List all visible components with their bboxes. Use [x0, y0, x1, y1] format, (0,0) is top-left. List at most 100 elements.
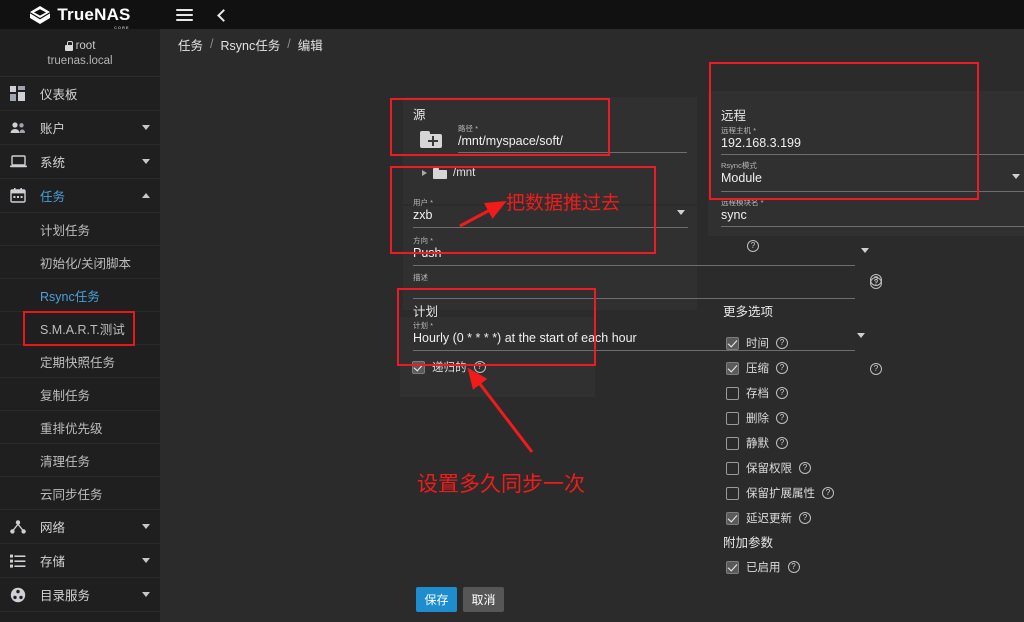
- sidebar-subitem-label: 云同步任务: [40, 487, 103, 502]
- source-path-field[interactable]: 路径 * /mnt/myspace/soft/: [415, 121, 687, 157]
- chevron-left-icon[interactable]: [215, 9, 227, 21]
- source-direction-dropdown-icon[interactable]: [861, 248, 869, 253]
- sidebar-subitem-smart-tests[interactable]: S.M.A.R.T.测试: [0, 312, 160, 345]
- sidebar-subitem-rsync-tasks[interactable]: Rsync任务: [0, 279, 160, 312]
- lock-icon: [64, 41, 73, 51]
- schedule-recursive-checkbox[interactable]: [412, 360, 425, 374]
- sidebar-subitem-cron-jobs[interactable]: 计划任务: [0, 213, 160, 246]
- sidebar-item-label: 存储: [40, 555, 66, 569]
- option-preserve-xattrs-help-icon[interactable]: ?: [822, 487, 834, 499]
- chevron-down-icon[interactable]: [142, 125, 150, 130]
- option-delay-updates-checkbox[interactable]: [726, 511, 739, 525]
- source-path-label: 路径 *: [458, 124, 479, 133]
- option-row-delete[interactable]: 删除 ?: [726, 410, 788, 426]
- sidebar-item-system[interactable]: 系统: [0, 145, 160, 179]
- schedule-cron-value: Hourly (0 * * * *) at the start of each …: [413, 331, 637, 345]
- cancel-button[interactable]: 取消: [463, 587, 504, 612]
- source-direction-label: 方向 *: [413, 236, 434, 245]
- option-delete-help-icon[interactable]: ?: [776, 412, 788, 424]
- sidebar-item-tasks[interactable]: 任务: [0, 179, 160, 213]
- source-description-help-icon[interactable]: ?: [870, 277, 882, 289]
- chevron-down-icon[interactable]: [142, 159, 150, 164]
- option-archive-help-icon[interactable]: ?: [776, 387, 788, 399]
- remote-host-field[interactable]: 远程主机 * 192.168.3.199: [721, 126, 1024, 156]
- sidebar-subitem-init-shutdown-scripts[interactable]: 初始化/关闭脚本: [0, 246, 160, 279]
- schedule-recursive-help-icon[interactable]: ?: [473, 361, 486, 373]
- option-row-preserve-xattrs[interactable]: 保留扩展属性 ?: [726, 485, 834, 501]
- brand-logo[interactable]: TrueNAS CORE: [0, 0, 160, 30]
- option-row-archive[interactable]: 存档 ?: [726, 385, 788, 401]
- option-preserve-permissions-help-icon[interactable]: ?: [799, 462, 811, 474]
- extra-params-enabled-checkbox[interactable]: [726, 560, 739, 574]
- sidebar-item-directory-services[interactable]: 目录服务: [0, 578, 160, 612]
- option-row-times[interactable]: 时间 ?: [726, 335, 788, 351]
- option-preserve-permissions-label: 保留权限: [746, 463, 792, 475]
- sidebar-subitem-periodic-snapshot-tasks[interactable]: 定期快照任务: [0, 345, 160, 378]
- breadcrumb: 任务 / Rsync任务 / 编辑: [160, 29, 1024, 59]
- breadcrumb-separator: /: [210, 37, 214, 51]
- option-delay-updates-help-icon[interactable]: ?: [799, 512, 811, 524]
- option-preserve-xattrs-label: 保留扩展属性: [746, 488, 815, 500]
- breadcrumb-item-tasks[interactable]: 任务: [178, 35, 203, 54]
- remote-host-value: 192.168.3.199: [721, 136, 801, 150]
- source-direction-field[interactable]: 方向 * Push: [413, 236, 869, 268]
- option-quiet-checkbox[interactable]: [726, 436, 739, 450]
- option-row-quiet[interactable]: 静默 ?: [726, 435, 788, 451]
- source-user-label: 用户 *: [413, 198, 434, 207]
- option-delete-checkbox[interactable]: [726, 411, 739, 425]
- dashboard-icon: [10, 86, 34, 101]
- schedule-cron-field[interactable]: 计划 * Hourly (0 * * * *) at the start of …: [413, 321, 865, 353]
- option-row-compress[interactable]: 压缩 ?: [726, 360, 788, 376]
- option-times-checkbox[interactable]: [726, 336, 739, 350]
- sidebar-subitem-cloud-sync-tasks[interactable]: 云同步任务: [0, 477, 160, 510]
- extra-params-enabled-help-icon[interactable]: ?: [787, 561, 800, 573]
- sidebar-subitem-replication-tasks[interactable]: 复制任务: [0, 378, 160, 411]
- remote-mode-value: Module: [721, 171, 762, 185]
- option-quiet-help-icon[interactable]: ?: [776, 437, 788, 449]
- option-row-delay-updates[interactable]: 延迟更新 ?: [726, 510, 811, 526]
- folder-add-icon[interactable]: [420, 131, 442, 148]
- chevron-down-icon[interactable]: [142, 558, 150, 563]
- source-description-field[interactable]: 描述: [413, 273, 863, 301]
- remote-mode-dropdown-icon[interactable]: [1012, 174, 1020, 179]
- remote-mode-field[interactable]: Rsync模式 Module: [721, 161, 1024, 193]
- triangle-right-icon[interactable]: [422, 170, 427, 176]
- sidebar-item-network[interactable]: 网络: [0, 510, 160, 544]
- sidebar-subitem-resilver-priority[interactable]: 重排优先级: [0, 411, 160, 444]
- schedule-cron-help-icon[interactable]: ?: [870, 363, 882, 375]
- chevron-up-icon[interactable]: [142, 193, 150, 198]
- sidebar-item-label: 系统: [40, 156, 66, 170]
- remote-module-field[interactable]: 远程模块名 * sync: [721, 198, 1024, 228]
- hamburger-menu-icon[interactable]: [176, 8, 193, 21]
- option-compress-checkbox[interactable]: [726, 361, 739, 375]
- breadcrumb-item-rsync-tasks[interactable]: Rsync任务: [221, 35, 281, 54]
- option-row-preserve-permissions[interactable]: 保留权限 ?: [726, 460, 811, 476]
- option-preserve-xattrs-checkbox[interactable]: [726, 486, 739, 500]
- sidebar-subitem-label: 计划任务: [40, 223, 91, 238]
- extra-params-enabled-row[interactable]: 已启用 ?: [726, 559, 800, 575]
- source-user-help-icon[interactable]: ?: [747, 240, 759, 252]
- save-button[interactable]: 保存: [416, 587, 457, 612]
- source-user-dropdown-icon[interactable]: [677, 210, 685, 215]
- sidebar-subitem-scrub-tasks[interactable]: 清理任务: [0, 444, 160, 477]
- truenas-app-window: TrueNAS CORE root truenas.local 仪表板 账户 系…: [0, 0, 1024, 622]
- top-bar: TrueNAS CORE: [0, 0, 1024, 30]
- directory-service-icon: [10, 587, 34, 603]
- schedule-recursive-row[interactable]: 递归的 ?: [412, 359, 486, 375]
- extra-params-title: 附加参数: [723, 536, 774, 550]
- folder-tree-node-label: /mnt: [453, 167, 476, 179]
- option-times-help-icon[interactable]: ?: [776, 337, 788, 349]
- folder-tree-node-mnt[interactable]: /mnt: [422, 167, 475, 179]
- schedule-recursive-label: 递归的: [432, 362, 467, 374]
- brand-name: TrueNAS: [57, 4, 131, 24]
- sidebar-item-accounts[interactable]: 账户: [0, 111, 160, 145]
- sidebar-item-storage[interactable]: 存储: [0, 544, 160, 578]
- option-preserve-permissions-checkbox[interactable]: [726, 461, 739, 475]
- sidebar-item-dashboard[interactable]: 仪表板: [0, 77, 160, 111]
- chevron-down-icon[interactable]: [142, 592, 150, 597]
- schedule-cron-dropdown-icon[interactable]: [857, 333, 865, 338]
- option-archive-checkbox[interactable]: [726, 386, 739, 400]
- remote-mode-label: Rsync模式: [721, 161, 757, 170]
- option-compress-help-icon[interactable]: ?: [776, 362, 788, 374]
- chevron-down-icon[interactable]: [142, 524, 150, 529]
